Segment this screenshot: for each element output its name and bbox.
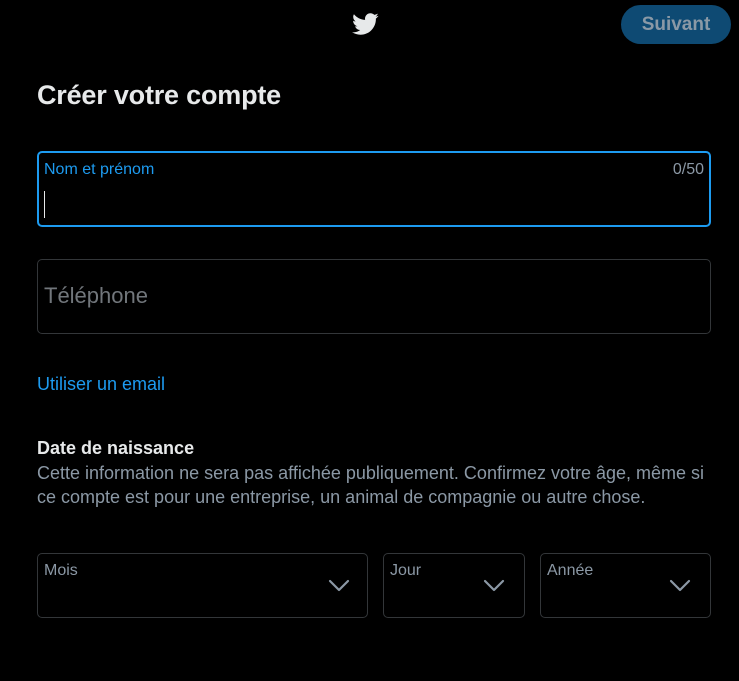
next-button[interactable]: Suivant [621, 5, 731, 44]
name-field[interactable]: Nom et prénom 0/50 [37, 151, 711, 227]
month-select-label: Mois [44, 562, 78, 579]
birthdate-title: Date de naissance [37, 438, 195, 458]
birthdate-description: Cette information ne sera pas affichée p… [37, 463, 705, 507]
year-select-label: Année [547, 562, 594, 579]
name-field-label: Nom et prénom [44, 161, 155, 178]
day-select[interactable]: Jour [383, 553, 525, 618]
name-input[interactable] [44, 189, 664, 219]
page-title: Créer votre compte [37, 80, 281, 110]
month-select[interactable]: Mois [37, 553, 368, 618]
chevron-down-icon [328, 579, 350, 592]
twitter-bird-icon [352, 13, 379, 35]
year-select[interactable]: Année [540, 553, 711, 618]
use-email-link[interactable]: Utiliser un email [37, 374, 165, 395]
chevron-down-icon [669, 579, 691, 592]
phone-field[interactable] [37, 259, 711, 334]
name-char-counter: 0/50 [672, 161, 704, 178]
day-select-label: Jour [390, 562, 422, 579]
chevron-down-icon [483, 579, 505, 592]
top-bar: Suivant [0, 0, 739, 50]
phone-input[interactable] [44, 280, 694, 312]
